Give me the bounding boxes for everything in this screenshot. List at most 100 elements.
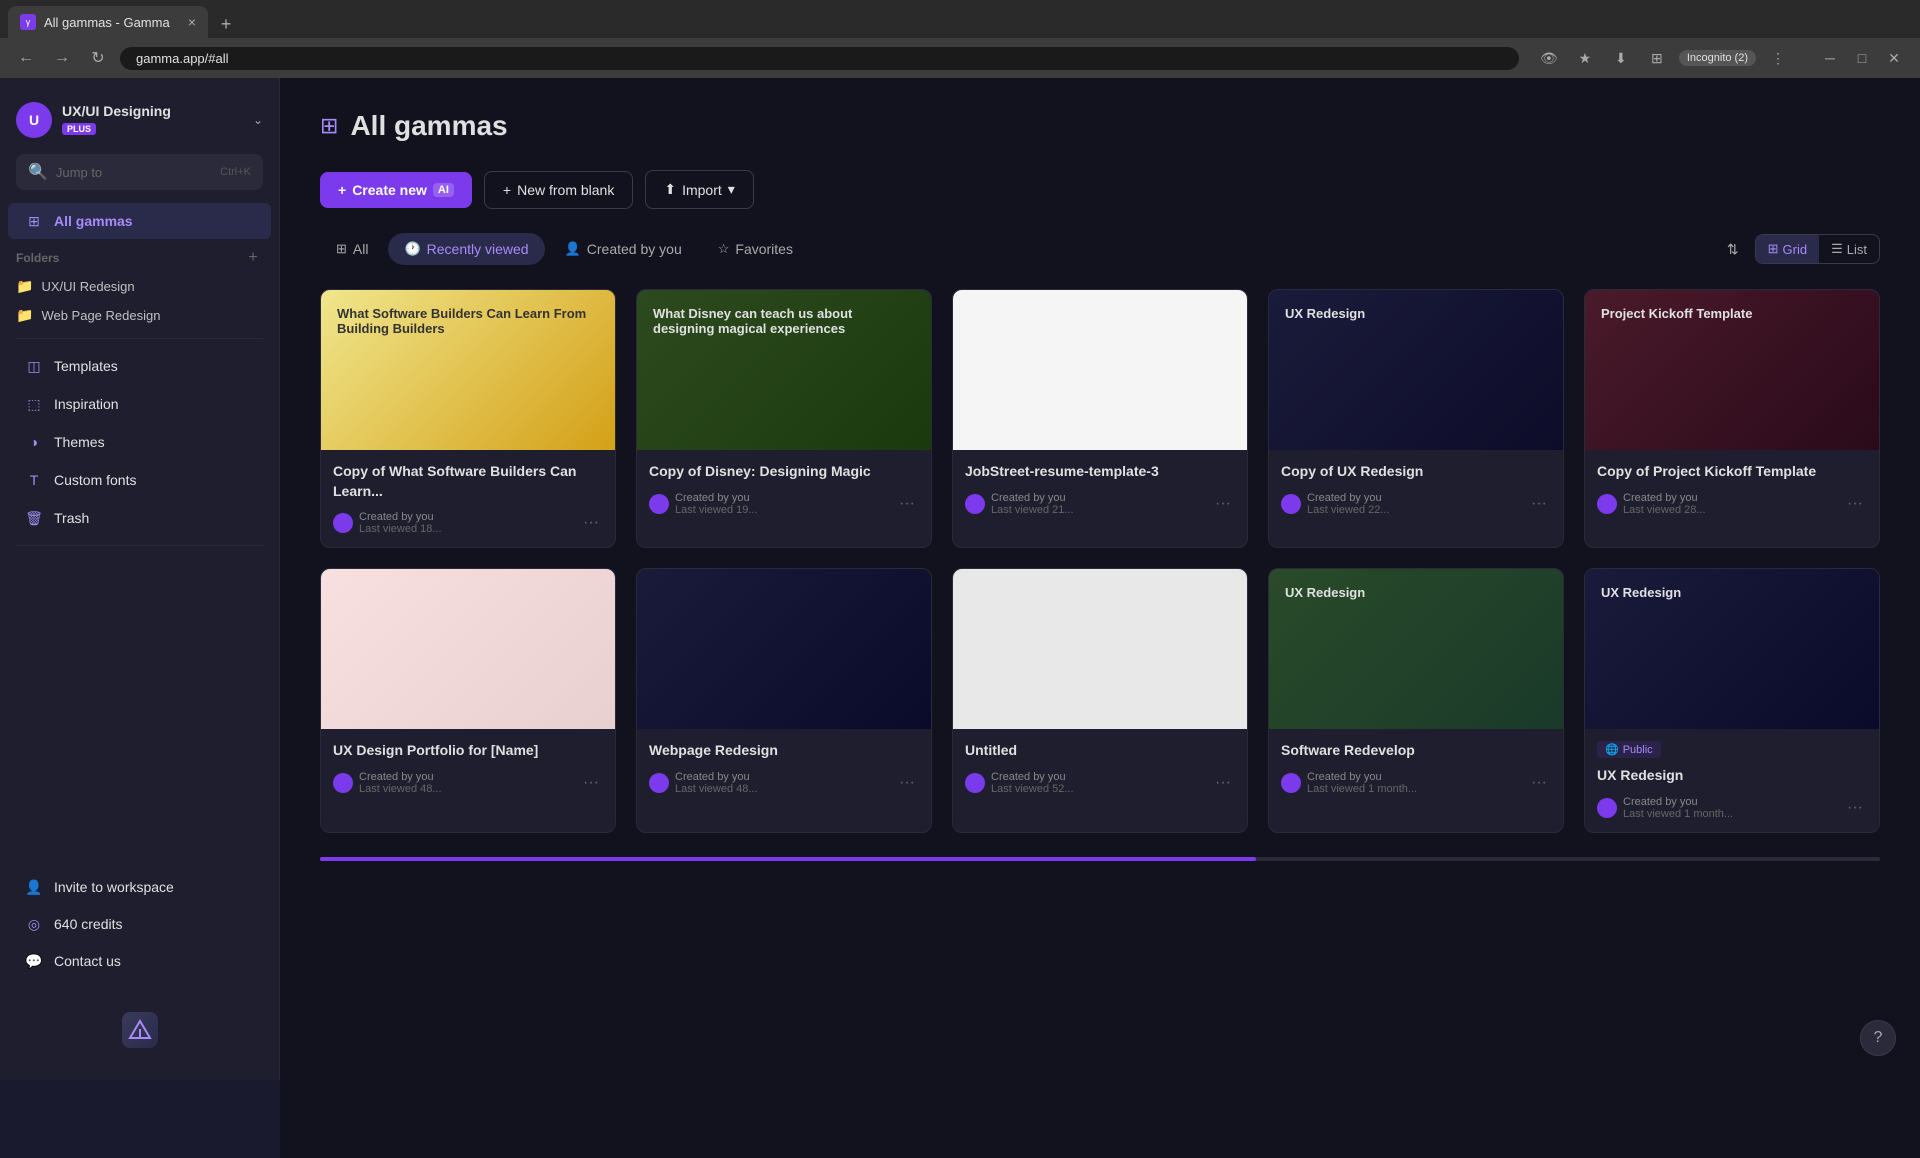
plus-icon: + bbox=[503, 182, 511, 198]
author-name: Created by you bbox=[1623, 796, 1733, 808]
sidebar-item-contact[interactable]: 💬 Contact us bbox=[8, 943, 271, 979]
grid-view-button[interactable]: ⊞ Grid bbox=[1756, 235, 1819, 263]
card-meta: Created by you Last viewed 52... ··· bbox=[965, 771, 1235, 795]
new-tab-button[interactable]: + bbox=[212, 10, 240, 38]
tab-recently-label: Recently viewed bbox=[427, 241, 529, 257]
tab-created-label: Created by you bbox=[587, 241, 682, 257]
close-tab-button[interactable]: × bbox=[188, 14, 196, 30]
import-button[interactable]: ⬆ Import ▾ bbox=[645, 170, 753, 209]
view-toggle: ⊞ Grid ☰ List bbox=[1755, 234, 1880, 264]
card-meta: Created by you Last viewed 22... ··· bbox=[1281, 492, 1551, 516]
author-info: Created by you Last viewed 21... bbox=[991, 492, 1074, 516]
sidebar-item-label: Themes bbox=[54, 434, 105, 450]
card-card-10[interactable]: UX Redesign 🌐 Public UX Redesign Created… bbox=[1584, 568, 1880, 833]
card-card-1[interactable]: What Software Builders Can Learn From Bu… bbox=[320, 289, 616, 548]
folder-uxui-redesign[interactable]: 📁 UX/UI Redesign bbox=[0, 272, 279, 301]
card-menu-button[interactable]: ··· bbox=[579, 512, 603, 534]
tab-all-label: All bbox=[353, 241, 369, 257]
card-menu-button[interactable]: ··· bbox=[1527, 772, 1551, 794]
card-card-6[interactable]: UX Design Portfolio for [Name] Created b… bbox=[320, 568, 616, 833]
card-card-9[interactable]: UX Redesign Software Redevelop Created b… bbox=[1268, 568, 1564, 833]
card-menu-button[interactable]: ··· bbox=[579, 772, 603, 794]
workspace-header[interactable]: U UX/UI Designing PLUS ⌄ bbox=[0, 94, 279, 154]
help-button[interactable]: ? bbox=[1860, 1020, 1896, 1056]
card-meta: Created by you Last viewed 48... ··· bbox=[649, 771, 919, 795]
folder-web-page-redesign[interactable]: 📁 Web Page Redesign bbox=[0, 301, 279, 330]
card-title: Copy of UX Redesign bbox=[1281, 462, 1551, 482]
tab-recently-viewed[interactable]: 🕐 Recently viewed bbox=[388, 233, 544, 265]
last-viewed: Last viewed 48... bbox=[359, 783, 442, 795]
author-name: Created by you bbox=[359, 511, 442, 523]
card-title: Webpage Redesign bbox=[649, 741, 919, 761]
window-controls: ─ □ ✕ bbox=[1816, 44, 1908, 72]
grid-label: Grid bbox=[1783, 242, 1808, 257]
sort-button[interactable]: ⇅ bbox=[1719, 235, 1747, 264]
new-from-blank-button[interactable]: + New from blank bbox=[484, 171, 633, 209]
card-card-7[interactable]: Webpage Redesign Created by you Last vie… bbox=[636, 568, 932, 833]
sidebar-item-invite[interactable]: 👤 Invite to workspace bbox=[8, 869, 271, 905]
card-card-2[interactable]: What Disney can teach us about designing… bbox=[636, 289, 932, 548]
sidebar-item-templates[interactable]: ◫ Templates bbox=[8, 348, 271, 384]
card-title: Software Redevelop bbox=[1281, 741, 1551, 761]
card-menu-button[interactable]: ··· bbox=[1211, 493, 1235, 515]
sidebar-item-custom-fonts[interactable]: T Custom fonts bbox=[8, 462, 271, 498]
forward-button[interactable]: → bbox=[48, 44, 76, 72]
filter-bar: ⊞ All 🕐 Recently viewed 👤 Created by you… bbox=[320, 233, 1880, 265]
add-folder-button[interactable]: + bbox=[243, 248, 263, 268]
card-menu-button[interactable]: ··· bbox=[1527, 493, 1551, 515]
menu-icon[interactable]: ⋮ bbox=[1764, 44, 1792, 72]
incognito-badge: Incognito (2) bbox=[1679, 50, 1756, 66]
gamma-logo bbox=[122, 1012, 158, 1048]
search-box[interactable]: 🔍 Jump to Ctrl+K bbox=[16, 154, 263, 190]
active-tab[interactable]: γ All gammas - Gamma × bbox=[8, 6, 208, 38]
card-menu-button[interactable]: ··· bbox=[1843, 797, 1867, 819]
download-icon[interactable]: ⬇ bbox=[1607, 44, 1635, 72]
card-card-8[interactable]: Untitled Created by you Last viewed 52..… bbox=[952, 568, 1248, 833]
tab-all[interactable]: ⊞ All bbox=[320, 233, 384, 265]
import-label: Import bbox=[682, 182, 722, 198]
sidebar-item-all-gammas[interactable]: ⊞ All gammas bbox=[8, 203, 271, 239]
extensions-icon[interactable]: ⊞ bbox=[1643, 44, 1671, 72]
sidebar: U UX/UI Designing PLUS ⌄ 🔍 Jump to Ctrl+… bbox=[0, 78, 280, 1080]
card-thumbnail: UX Redesign bbox=[1269, 569, 1563, 729]
card-menu-button[interactable]: ··· bbox=[1211, 772, 1235, 794]
tab-favorites-label: Favorites bbox=[735, 241, 793, 257]
avatar bbox=[1597, 798, 1617, 818]
star-icon[interactable]: ★ bbox=[1571, 44, 1599, 72]
close-button[interactable]: ✕ bbox=[1880, 44, 1908, 72]
create-new-button[interactable]: + Create new AI bbox=[320, 172, 472, 208]
minimize-button[interactable]: ─ bbox=[1816, 44, 1844, 72]
sidebar-divider bbox=[16, 338, 263, 339]
sidebar-item-label: All gammas bbox=[54, 213, 133, 229]
card-body: JobStreet-resume-template-3 Created by y… bbox=[953, 450, 1247, 528]
cards-grid: What Software Builders Can Learn From Bu… bbox=[320, 289, 1880, 833]
author-info: Created by you Last viewed 28... bbox=[1623, 492, 1706, 516]
card-menu-button[interactable]: ··· bbox=[1843, 493, 1867, 515]
sidebar-item-themes[interactable]: ◑ Themes bbox=[8, 424, 271, 460]
card-card-3[interactable]: JobStreet-resume-template-3 Created by y… bbox=[952, 289, 1248, 548]
address-bar[interactable]: gamma.app/#all bbox=[120, 47, 1519, 70]
card-thumbnail: UX Redesign bbox=[1585, 569, 1879, 729]
author-info: Created by you Last viewed 48... bbox=[359, 771, 442, 795]
card-card-5[interactable]: Project Kickoff Template Copy of Project… bbox=[1584, 289, 1880, 548]
card-thumbnail bbox=[637, 569, 931, 729]
sidebar-item-credits[interactable]: ◎ 640 credits bbox=[8, 906, 271, 942]
card-menu-button[interactable]: ··· bbox=[895, 772, 919, 794]
last-viewed: Last viewed 28... bbox=[1623, 504, 1706, 516]
card-menu-button[interactable]: ··· bbox=[895, 493, 919, 515]
card-thumbnail bbox=[953, 290, 1247, 450]
tab-created-by-you[interactable]: 👤 Created by you bbox=[549, 233, 698, 265]
tab-favorites[interactable]: ☆ Favorites bbox=[702, 233, 809, 265]
avatar bbox=[333, 773, 353, 793]
star-outline-icon: ☆ bbox=[718, 241, 730, 257]
card-card-4[interactable]: UX Redesign Copy of UX Redesign Created … bbox=[1268, 289, 1564, 548]
avatar bbox=[965, 494, 985, 514]
sidebar-item-inspiration[interactable]: ⬚ Inspiration bbox=[8, 386, 271, 422]
card-title: Untitled bbox=[965, 741, 1235, 761]
list-view-button[interactable]: ☰ List bbox=[1819, 235, 1879, 263]
back-button[interactable]: ← bbox=[12, 44, 40, 72]
inspiration-icon: ⬚ bbox=[24, 394, 44, 414]
reload-button[interactable]: ↻ bbox=[84, 44, 112, 72]
restore-button[interactable]: □ bbox=[1848, 44, 1876, 72]
sidebar-item-trash[interactable]: 🗑 Trash bbox=[8, 500, 271, 536]
